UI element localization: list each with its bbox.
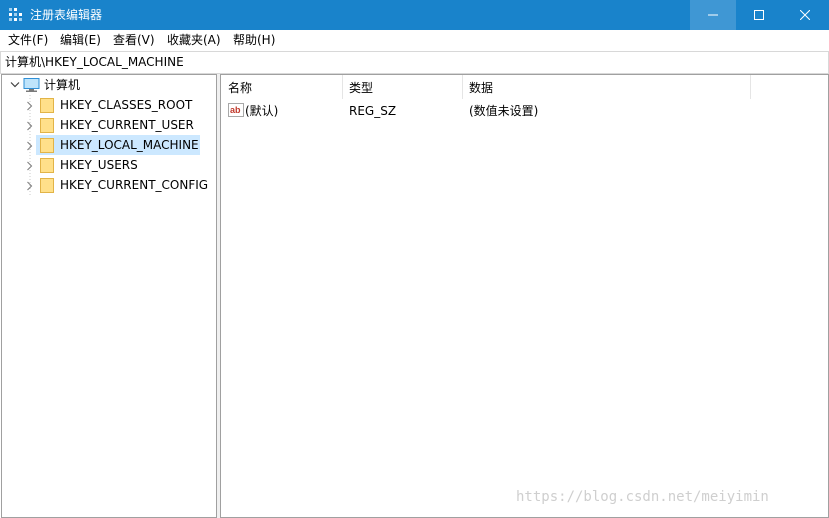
window-title: 注册表编辑器 xyxy=(30,8,103,22)
close-icon xyxy=(800,10,810,20)
menu-edit[interactable]: 编辑(E) xyxy=(60,33,101,47)
tree-item-computer[interactable]: 计算机 xyxy=(2,75,216,95)
list-row[interactable]: ab (默认) REG_SZ (数值未设置) xyxy=(221,75,751,125)
chevron-right-icon[interactable] xyxy=(26,121,34,131)
tree-label: HKEY_CLASSES_ROOT xyxy=(60,98,193,112)
menu-favorites[interactable]: 收藏夹(A) xyxy=(167,33,221,47)
minimize-button[interactable] xyxy=(690,0,736,30)
tree-item-hkey-users[interactable]: HKEY_USERS xyxy=(2,155,216,175)
folder-icon xyxy=(40,118,54,133)
tree-label: HKEY_CURRENT_USER xyxy=(60,118,194,132)
values-list-pane[interactable]: 名称 类型 数据 ab (默认) REG_SZ (数值未设置) xyxy=(220,74,829,518)
folder-icon xyxy=(40,138,54,153)
registry-app-icon xyxy=(9,8,22,21)
value-type: REG_SZ xyxy=(349,104,397,118)
tree-label: HKEY_USERS xyxy=(60,158,138,172)
chevron-down-icon[interactable] xyxy=(10,81,20,89)
menu-bar: 文件(F) 编辑(E) 查看(V) 收藏夹(A) 帮助(H) xyxy=(0,30,829,50)
svg-text:ab: ab xyxy=(230,105,241,115)
menu-help[interactable]: 帮助(H) xyxy=(233,33,275,47)
maximize-icon xyxy=(754,10,764,20)
tree-item-hkey-current-user[interactable]: HKEY_CURRENT_USER xyxy=(2,115,216,135)
folder-icon xyxy=(40,158,54,173)
close-button[interactable] xyxy=(782,0,828,30)
folder-icon xyxy=(40,98,54,113)
chevron-right-icon[interactable] xyxy=(26,101,34,111)
value-data: (数值未设置) xyxy=(469,104,539,118)
minimize-icon xyxy=(708,14,718,16)
tree-pane[interactable]: 计算机 HKEY_CLASSES_ROOT HKEY_CURRENT_USER xyxy=(1,74,217,518)
menu-file[interactable]: 文件(F) xyxy=(8,33,48,47)
string-value-icon: ab xyxy=(228,103,244,117)
title-bar: 注册表编辑器 xyxy=(0,0,829,30)
address-bar[interactable]: 计算机\HKEY_LOCAL_MACHINE xyxy=(0,51,829,74)
tree-label: HKEY_LOCAL_MACHINE xyxy=(60,138,199,152)
computer-icon xyxy=(23,78,40,92)
maximize-button[interactable] xyxy=(736,0,782,30)
chevron-right-icon[interactable] xyxy=(26,141,34,151)
tree-item-hkey-local-machine[interactable]: HKEY_LOCAL_MACHINE xyxy=(2,135,216,155)
address-path[interactable]: 计算机\HKEY_LOCAL_MACHINE xyxy=(5,55,184,69)
menu-view[interactable]: 查看(V) xyxy=(113,33,155,47)
folder-icon xyxy=(40,178,54,193)
chevron-right-icon[interactable] xyxy=(26,161,34,171)
tree-label-computer: 计算机 xyxy=(44,78,81,92)
tree-item-hkey-current-config[interactable]: HKEY_CURRENT_CONFIG xyxy=(2,175,216,195)
chevron-right-icon[interactable] xyxy=(26,181,34,191)
tree-label: HKEY_CURRENT_CONFIG xyxy=(60,178,209,192)
watermark-text: https://blog.csdn.net/meiyimin xyxy=(516,489,769,505)
value-name: (默认) xyxy=(245,104,279,118)
tree-item-hkey-classes-root[interactable]: HKEY_CLASSES_ROOT xyxy=(2,95,216,115)
